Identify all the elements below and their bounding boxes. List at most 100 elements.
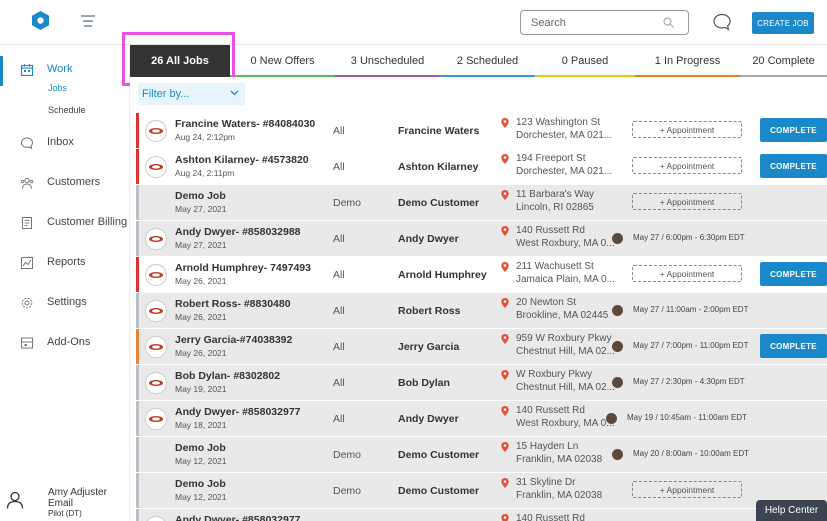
job-date: Aug 24, 2:12pm	[175, 132, 236, 142]
technician-avatar	[612, 341, 623, 352]
job-date: May 27, 2021	[175, 204, 227, 214]
add-appointment-button[interactable]: + Appointment	[632, 157, 742, 174]
job-address-line2: Jamaica Plain, MA 0...	[516, 274, 615, 285]
sidebar-item-customer-billing[interactable]: Customer Billing	[0, 212, 130, 234]
job-date: May 19, 2021	[175, 384, 227, 394]
job-row[interactable]: Demo Job May 12, 2021 Demo Demo Customer 31 …	[136, 473, 827, 508]
job-title[interactable]: Demo Job	[175, 478, 226, 490]
job-address-line1: 211 Wachusett St	[516, 261, 594, 272]
job-title[interactable]: Demo Job	[175, 190, 226, 202]
user-profile[interactable]: Amy Adjuster Email Pilot (DT)	[6, 487, 130, 521]
job-row[interactable]: Robert Ross- #8830480 May 26, 2021 All Robe…	[136, 293, 827, 328]
company-logo-icon	[145, 408, 167, 430]
tab-label: 2 Scheduled	[456, 55, 519, 67]
job-row[interactable]: Andy Dwyer- #858032977 May 18, 2021 All And…	[136, 401, 827, 436]
location-pin-icon	[501, 406, 509, 416]
search-input[interactable]	[521, 11, 651, 34]
job-title[interactable]: Demo Job	[175, 442, 226, 454]
tab-paused[interactable]: 0 Paused	[535, 45, 635, 77]
job-date: Aug 24, 2:11pm	[175, 168, 235, 178]
tab-new-offers[interactable]: 0 New Offers	[230, 45, 335, 77]
sidebar-item-reports[interactable]: Reports	[0, 252, 130, 274]
job-list: Francine Waters- #84084030 Aug 24, 2:12pm…	[136, 113, 827, 521]
job-address-line1: 140 Russett Rd	[516, 405, 585, 416]
search-icon[interactable]	[663, 17, 674, 28]
job-type: All	[333, 341, 345, 353]
job-customer: Bob Dylan	[398, 377, 450, 389]
job-row[interactable]: Francine Waters- #84084030 Aug 24, 2:12pm…	[136, 113, 827, 148]
chat-icon[interactable]	[712, 12, 732, 32]
tab-in-progress[interactable]: 1 In Progress	[635, 45, 740, 77]
location-pin-icon	[501, 478, 509, 488]
location-pin-icon	[501, 154, 509, 164]
add-appointment-button[interactable]: + Appointment	[632, 481, 742, 498]
job-address-line2: Franklin, MA 02038	[516, 490, 603, 501]
chat-icon	[20, 137, 34, 150]
job-schedule: May 27 / 7:00pm - 11:00pm EDT	[633, 341, 749, 350]
job-type: All	[333, 305, 345, 317]
job-date: May 12, 2021	[175, 456, 227, 466]
job-address-line1: 140 Russett Rd	[516, 513, 585, 521]
add-appointment-button[interactable]: + Appointment	[632, 193, 742, 210]
job-title[interactable]: Bob Dylan- #8302802	[175, 370, 280, 382]
complete-job-button[interactable]: COMPLETE	[760, 334, 827, 358]
job-title[interactable]: Andy Dwyer- #858032988	[175, 226, 301, 238]
job-row[interactable]: Jerry Garcia-#74038392 May 26, 2021 All Jer…	[136, 329, 827, 364]
filter-bar: Filter by...	[130, 77, 827, 109]
job-row[interactable]: Andy Dwyer- #858032977 140 Russett Rd	[136, 509, 827, 521]
sidebar-subitem-jobs[interactable]: Jobs	[48, 83, 67, 93]
job-customer: Demo Customer	[398, 485, 480, 497]
job-row[interactable]: Demo Job May 12, 2021 Demo Demo Customer 15 …	[136, 437, 827, 472]
job-title[interactable]: Ashton Kilarney- #4573820	[175, 154, 309, 166]
reports-icon	[21, 257, 33, 269]
tab-label: 0 New Offers	[250, 55, 315, 67]
job-status-stripe	[136, 149, 139, 184]
sidebar-item-add-ons[interactable]: Add-Ons	[0, 332, 130, 354]
job-row[interactable]: Demo Job May 27, 2021 Demo Demo Customer 11 …	[136, 185, 827, 220]
user-plan: Pilot (DT)	[48, 509, 82, 518]
job-address-line1: 959 W Roxbury Pkwy	[516, 333, 612, 344]
job-title[interactable]: Jerry Garcia-#74038392	[175, 334, 292, 346]
tab-scheduled[interactable]: 2 Scheduled	[440, 45, 535, 77]
add-appointment-button[interactable]: + Appointment	[632, 121, 742, 138]
tab-complete[interactable]: 20 Complete	[740, 45, 827, 77]
complete-job-button[interactable]: COMPLETE	[760, 118, 827, 142]
sidebar-item-work[interactable]: Work	[0, 56, 130, 86]
job-address-line2: Dorchester, MA 021...	[516, 130, 613, 141]
menu-toggle-icon[interactable]	[81, 15, 95, 27]
sidebar-item-customers[interactable]: Customers	[0, 172, 130, 194]
sidebar-subitem-schedule[interactable]: Schedule	[48, 105, 86, 115]
sidebar-item-inbox[interactable]: Inbox	[0, 132, 130, 154]
filter-label: Filter by...	[142, 88, 190, 100]
technician-avatar	[612, 377, 623, 388]
job-address-line2: Brookline, MA 02445	[516, 310, 609, 321]
job-customer: Arnold Humphrey	[398, 269, 487, 281]
job-row[interactable]: Arnold Humphrey- 7497493 May 26, 2021 All A…	[136, 257, 827, 292]
job-row[interactable]: Andy Dwyer- #858032988 May 27, 2021 All And…	[136, 221, 827, 256]
complete-job-button[interactable]: COMPLETE	[760, 154, 827, 178]
job-customer: Demo Customer	[398, 197, 480, 209]
sidebar-item-label: Settings	[47, 296, 87, 308]
job-type: All	[333, 233, 345, 245]
job-title[interactable]: Robert Ross- #8830480	[175, 298, 291, 310]
job-row[interactable]: Bob Dylan- #8302802 May 19, 2021 All Bob Dy…	[136, 365, 827, 400]
job-date: May 27, 2021	[175, 240, 227, 250]
job-title[interactable]: Andy Dwyer- #858032977	[175, 514, 301, 521]
help-center-button[interactable]: Help Center	[756, 500, 827, 521]
create-job-button[interactable]: CREATE JOB	[752, 12, 814, 34]
location-pin-icon	[501, 118, 509, 128]
job-address-line1: 31 Skyline Dr	[516, 477, 576, 488]
location-pin-icon	[501, 334, 509, 344]
app-logo-icon[interactable]	[32, 11, 49, 30]
job-title[interactable]: Andy Dwyer- #858032977	[175, 406, 301, 418]
job-status-stripe	[136, 473, 139, 508]
job-title[interactable]: Francine Waters- #84084030	[175, 118, 315, 130]
sidebar-item-settings[interactable]: Settings	[0, 292, 130, 314]
job-address-line2: Dorchester, MA 021...	[516, 166, 613, 177]
job-title[interactable]: Arnold Humphrey- 7497493	[175, 262, 311, 274]
filter-dropdown[interactable]: Filter by...	[138, 83, 245, 105]
tab-unscheduled[interactable]: 3 Unscheduled	[335, 45, 440, 77]
job-row[interactable]: Ashton Kilarney- #4573820 Aug 24, 2:11pm A…	[136, 149, 827, 184]
complete-job-button[interactable]: COMPLETE	[760, 262, 827, 286]
add-appointment-button[interactable]: + Appointment	[632, 265, 742, 282]
